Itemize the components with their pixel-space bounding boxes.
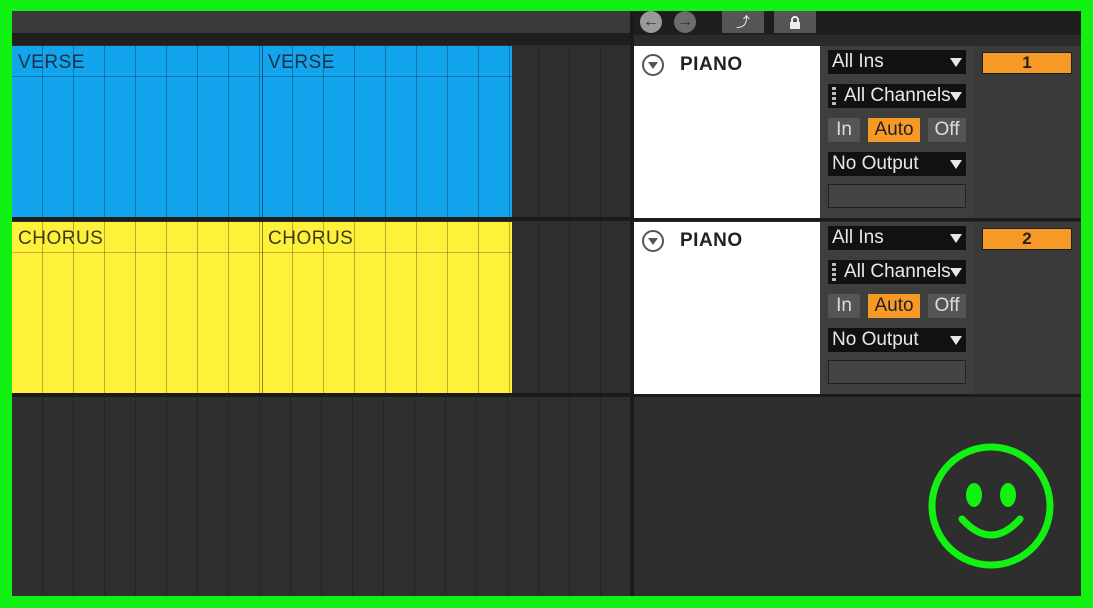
input-channel-select[interactable]: All Channels	[828, 84, 966, 108]
track-io-1: All Ins All Channels In Auto Off No Outp…	[820, 46, 974, 218]
monitor-off-button[interactable]: Off	[928, 294, 966, 318]
output-select[interactable]: No Output	[828, 152, 966, 176]
track-name[interactable]: PIANO	[680, 230, 743, 252]
input-type-select[interactable]: All Ins	[828, 226, 966, 250]
track-number-button[interactable]: 2	[982, 228, 1072, 250]
track-number-button[interactable]: 1	[982, 52, 1072, 74]
channel-grip-icon	[832, 86, 836, 105]
input-channel-select[interactable]: All Channels	[828, 260, 966, 284]
output-channel-field[interactable]	[828, 360, 966, 384]
output-select[interactable]: No Output	[828, 328, 966, 352]
monitor-auto-button[interactable]: Auto	[868, 118, 920, 142]
clip-chorus-1[interactable]: CHORUS	[12, 222, 262, 394]
smiley-face-icon	[928, 443, 1054, 569]
daw-window: VERSE VERSE CHORUS CHORUS ← → ⤴ PIANO Al…	[12, 11, 1081, 596]
track-io-2: All Ins All Channels In Auto Off No Outp…	[820, 222, 974, 394]
monitor-in-button[interactable]: In	[828, 118, 860, 142]
clip-label: CHORUS	[268, 228, 354, 249]
scrub-strip[interactable]	[12, 11, 632, 33]
track-number-area-2: 2	[974, 222, 1081, 394]
chevron-down-icon	[950, 234, 962, 243]
fold-toggle-icon[interactable]	[642, 54, 664, 76]
clip-verse-1[interactable]: VERSE	[12, 46, 262, 218]
lock-icon[interactable]	[774, 11, 816, 33]
clip-label: VERSE	[268, 52, 335, 73]
track-header-2[interactable]: PIANO	[634, 222, 820, 394]
fold-toggle-icon[interactable]	[642, 230, 664, 252]
clip-label: VERSE	[18, 52, 85, 73]
track-name[interactable]: PIANO	[680, 54, 743, 76]
clip-chorus-2[interactable]: CHORUS	[262, 222, 512, 394]
channel-grip-icon	[832, 262, 836, 281]
output-channel-field[interactable]	[828, 184, 966, 208]
pencil-icon[interactable]: ⤴	[722, 11, 764, 33]
chevron-down-icon	[950, 92, 962, 101]
input-type-select[interactable]: All Ins	[828, 50, 966, 74]
monitor-auto-button[interactable]: Auto	[868, 294, 920, 318]
toolbar: ← → ⤴	[634, 11, 1081, 35]
monitor-in-button[interactable]: In	[828, 294, 860, 318]
arrow-left-icon[interactable]: ←	[640, 11, 662, 33]
chevron-down-icon	[950, 336, 962, 345]
chevron-down-icon	[950, 58, 962, 67]
track-number-area-1: 1	[974, 46, 1081, 218]
track-header-1[interactable]: PIANO	[634, 46, 820, 218]
timeline-divider	[12, 33, 632, 45]
chevron-down-icon	[950, 160, 962, 169]
monitor-off-button[interactable]: Off	[928, 118, 966, 142]
clip-label: CHORUS	[18, 228, 104, 249]
clip-verse-2[interactable]: VERSE	[262, 46, 512, 218]
chevron-down-icon	[950, 268, 962, 277]
arrow-right-icon[interactable]: →	[674, 11, 696, 33]
